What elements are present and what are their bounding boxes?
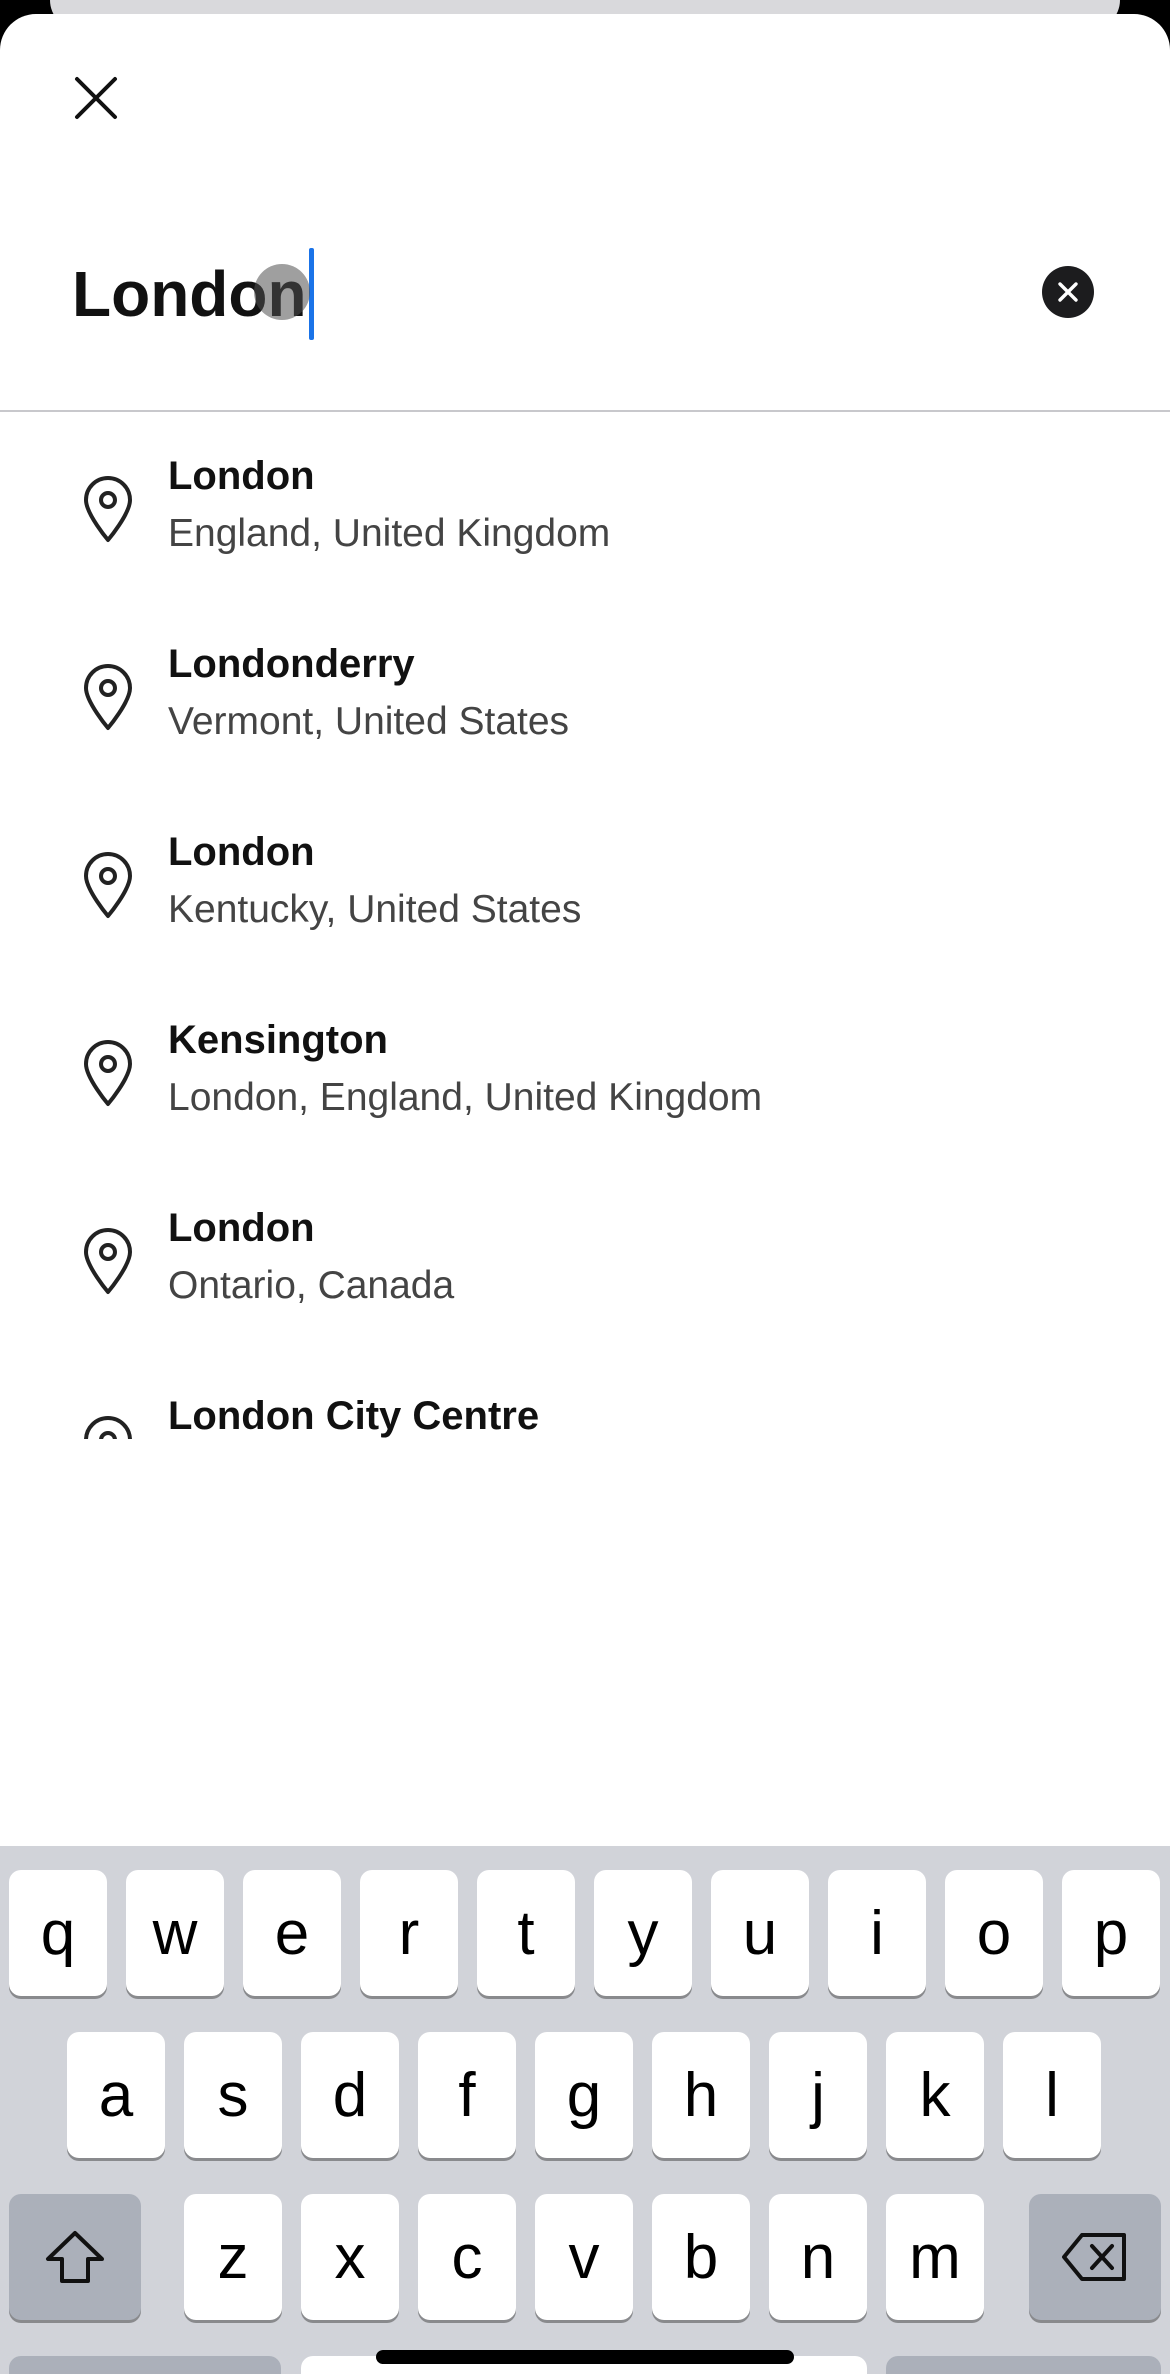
clear-x-icon: [1058, 282, 1078, 302]
key-q[interactable]: q: [9, 1870, 107, 1996]
key-v[interactable]: v: [535, 2194, 633, 2320]
key-m[interactable]: m: [886, 2194, 984, 2320]
search-input[interactable]: London: [72, 248, 972, 340]
shift-key[interactable]: [9, 2194, 141, 2320]
key-a[interactable]: a: [67, 2032, 165, 2158]
key-h[interactable]: h: [652, 2032, 750, 2158]
map-pin-icon: [84, 1040, 132, 1106]
key-k[interactable]: k: [886, 2032, 984, 2158]
map-pin-icon: [84, 1416, 132, 1439]
divider: [0, 410, 1170, 412]
key-p[interactable]: p: [1062, 1870, 1160, 1996]
key-j[interactable]: j: [769, 2032, 867, 2158]
key-o[interactable]: o: [945, 1870, 1043, 1996]
key-x[interactable]: x: [301, 2194, 399, 2320]
result-item[interactable]: London City Centre: [0, 1354, 1170, 1439]
key-n[interactable]: n: [769, 2194, 867, 2320]
search-row: London: [0, 214, 1170, 394]
result-item[interactable]: London Ontario, Canada: [0, 1166, 1170, 1354]
backspace-icon: [1062, 2233, 1126, 2281]
key-g[interactable]: g: [535, 2032, 633, 2158]
keyboard: q w e r t y u i o p a s d f g h j k l z …: [0, 1846, 1170, 2374]
close-button[interactable]: [64, 66, 128, 130]
result-subtitle: Ontario, Canada: [168, 1264, 455, 1307]
result-item[interactable]: Kensington London, England, United Kingd…: [0, 978, 1170, 1166]
key-s[interactable]: s: [184, 2032, 282, 2158]
key-t[interactable]: t: [477, 1870, 575, 1996]
key-b[interactable]: b: [652, 2194, 750, 2320]
key-y[interactable]: y: [594, 1870, 692, 1996]
result-item[interactable]: London Kentucky, United States: [0, 790, 1170, 978]
clear-search-button[interactable]: [1042, 266, 1094, 318]
key-w[interactable]: w: [126, 1870, 224, 1996]
backspace-key[interactable]: [1029, 2194, 1161, 2320]
close-icon: [75, 77, 117, 119]
result-title: London City Centre: [168, 1394, 540, 1438]
key-d[interactable]: d: [301, 2032, 399, 2158]
key-e[interactable]: e: [243, 1870, 341, 1996]
map-pin-icon: [84, 1228, 132, 1294]
map-pin-icon: [84, 664, 132, 730]
key-f[interactable]: f: [418, 2032, 516, 2158]
result-title: Londonderry: [168, 642, 415, 686]
return-key[interactable]: [886, 2356, 1161, 2374]
map-pin-icon: [84, 476, 132, 542]
result-title: Kensington: [168, 1018, 388, 1062]
result-item[interactable]: Londonderry Vermont, United States: [0, 602, 1170, 790]
result-subtitle: Kentucky, United States: [168, 888, 582, 931]
result-item[interactable]: London England, United Kingdom: [0, 414, 1170, 602]
screen: London London England, United Kingdom Lo…: [0, 0, 1170, 2374]
result-subtitle: Vermont, United States: [168, 700, 570, 743]
key-u[interactable]: u: [711, 1870, 809, 1996]
search-sheet: London London England, United Kingdom Lo…: [0, 14, 1170, 2374]
key-l[interactable]: l: [1003, 2032, 1101, 2158]
home-indicator[interactable]: [376, 2350, 794, 2364]
key-i[interactable]: i: [828, 1870, 926, 1996]
result-subtitle: London, England, United Kingdom: [168, 1076, 763, 1119]
numbers-key[interactable]: [9, 2356, 281, 2374]
shift-arrow-icon: [46, 2231, 104, 2283]
key-c[interactable]: c: [418, 2194, 516, 2320]
results-list: London England, United Kingdom Londonder…: [0, 414, 1170, 1439]
key-r[interactable]: r: [360, 1870, 458, 1996]
result-title: London: [168, 454, 315, 498]
key-z[interactable]: z: [184, 2194, 282, 2320]
result-title: London: [168, 830, 315, 874]
touch-indicator: [254, 264, 310, 320]
result-subtitle: England, United Kingdom: [168, 512, 611, 555]
result-title: London: [168, 1206, 315, 1250]
map-pin-icon: [84, 852, 132, 918]
